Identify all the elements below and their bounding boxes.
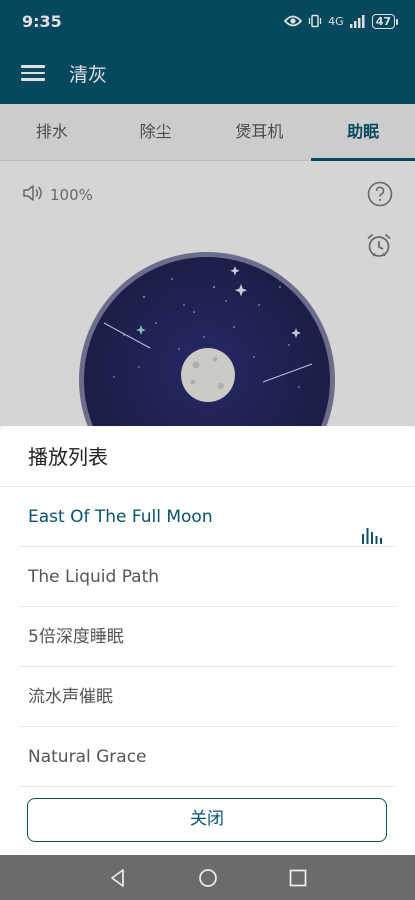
track-item[interactable]: East Of The Full Moon: [19, 487, 396, 547]
network-type-label: 4G: [328, 14, 344, 28]
volume-control[interactable]: 100%: [22, 183, 93, 207]
battery-icon: 47: [371, 13, 399, 29]
tab-dust[interactable]: 除尘: [104, 104, 208, 160]
track-name: 5倍深度睡眠: [28, 627, 124, 647]
hamburger-menu-icon[interactable]: [21, 61, 45, 85]
vibrate-icon: [308, 14, 322, 28]
system-nav-bar: [0, 855, 415, 900]
status-icons: 4G 47: [284, 13, 399, 29]
playlist-sheet: 播放列表 East Of The Full Moon The Liquid Pa…: [0, 426, 415, 855]
tab-sleep[interactable]: 助眠: [311, 104, 415, 161]
app-bar: 清灰: [0, 42, 415, 104]
track-name: Natural Grace: [28, 747, 147, 767]
tab-bar: 排水 除尘 煲耳机 助眠: [0, 104, 415, 161]
alarm-clock-icon[interactable]: [365, 231, 393, 263]
playlist-title: 播放列表: [0, 426, 415, 487]
track-item[interactable]: 流水声催眠: [19, 667, 396, 727]
sleep-player: 100%: [0, 161, 415, 508]
track-name: East Of The Full Moon: [28, 507, 213, 527]
volume-value: 100%: [50, 186, 93, 204]
eye-icon: [284, 15, 303, 27]
tab-drain[interactable]: 排水: [0, 104, 104, 160]
track-name: 流水声催眠: [28, 687, 113, 707]
question-icon[interactable]: [367, 181, 393, 211]
track-item[interactable]: 5倍深度睡眠: [19, 607, 396, 667]
status-time: 9:35: [22, 11, 62, 31]
close-button[interactable]: 关闭: [27, 798, 387, 842]
track-list: East Of The Full Moon The Liquid Path 5倍…: [0, 487, 415, 787]
page-title: 清灰: [69, 63, 108, 86]
track-item[interactable]: Natural Grace: [19, 727, 396, 787]
recents-icon[interactable]: [288, 868, 308, 888]
tab-earphone[interactable]: 煲耳机: [208, 104, 312, 160]
track-item[interactable]: The Liquid Path: [19, 547, 396, 607]
home-icon[interactable]: [198, 868, 218, 888]
signal-icon: [349, 14, 366, 28]
status-bar: 9:35 4G 47: [0, 0, 415, 42]
speaker-icon: [22, 183, 44, 207]
back-icon[interactable]: [108, 868, 128, 888]
track-name: The Liquid Path: [28, 567, 160, 587]
